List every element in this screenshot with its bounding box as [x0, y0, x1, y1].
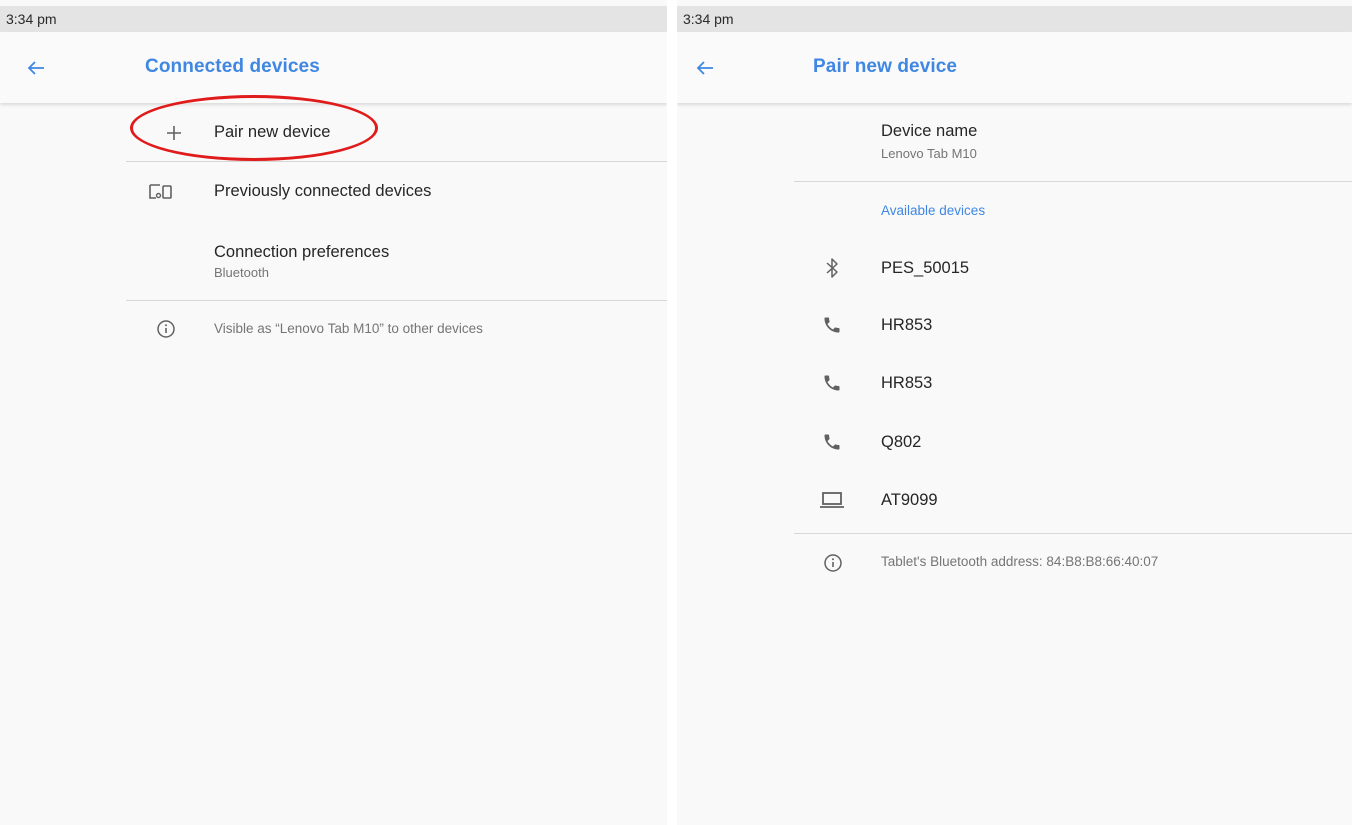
device-item[interactable]: AT9099 [794, 472, 1352, 528]
device-name: HR853 [881, 374, 933, 392]
phone-icon [824, 317, 840, 333]
bluetooth-address-info: Tablet's Bluetooth address: 84:B8:B8:66:… [881, 554, 1159, 569]
bluetooth-icon [826, 258, 838, 278]
status-time: 3:34 pm [683, 11, 734, 27]
status-time: 3:34 pm [6, 11, 57, 27]
device-item[interactable]: PES_50015 [794, 240, 1352, 296]
info-icon [157, 320, 175, 338]
status-bar: 3:34 pm [677, 6, 1352, 32]
device-name-value: Lenovo Tab M10 [881, 146, 977, 161]
annotation-circle [130, 95, 378, 161]
connection-preferences-item[interactable]: Connection preferences Bluetooth [126, 233, 667, 293]
divider [794, 181, 1352, 182]
page-title: Pair new device [813, 56, 958, 77]
device-item[interactable]: Q802 [794, 414, 1352, 470]
device-name: Q802 [881, 433, 922, 451]
previously-connected-devices-item[interactable]: Previously connected devices [126, 165, 667, 219]
device-name: AT9099 [881, 491, 938, 509]
app-bar: Connected devices [0, 32, 667, 103]
phone-icon [824, 434, 840, 450]
connection-preferences-label: Connection preferences [214, 243, 390, 261]
divider [126, 300, 667, 301]
device-item[interactable]: HR853 [794, 355, 1352, 411]
visibility-info: Visible as “Lenovo Tab M10” to other dev… [214, 321, 483, 336]
device-name-label: Device name [881, 122, 978, 140]
device-name: PES_50015 [881, 259, 970, 277]
divider [794, 533, 1352, 534]
devices-icon [149, 184, 172, 199]
divider [126, 161, 667, 162]
back-arrow-icon[interactable] [693, 56, 717, 80]
available-devices-header: Available devices [881, 203, 986, 218]
connection-preferences-sublabel: Bluetooth [214, 265, 269, 280]
pair-new-device-screen: 3:34 pm Pair new device Device name Leno… [677, 0, 1352, 825]
app-bar: Pair new device [677, 32, 1352, 103]
phone-icon [824, 375, 840, 391]
device-name-item[interactable]: Device name Lenovo Tab M10 [794, 112, 1352, 172]
page-title: Connected devices [145, 56, 320, 77]
back-arrow-icon[interactable] [24, 56, 48, 80]
laptop-icon [820, 492, 844, 508]
device-name: HR853 [881, 316, 933, 334]
device-item[interactable]: HR853 [794, 297, 1352, 353]
previously-connected-devices-label: Previously connected devices [214, 182, 432, 200]
status-bar: 3:34 pm [0, 6, 667, 32]
connected-devices-screen: 3:34 pm Connected devices Pair new devic… [0, 0, 667, 825]
info-icon [824, 554, 842, 572]
